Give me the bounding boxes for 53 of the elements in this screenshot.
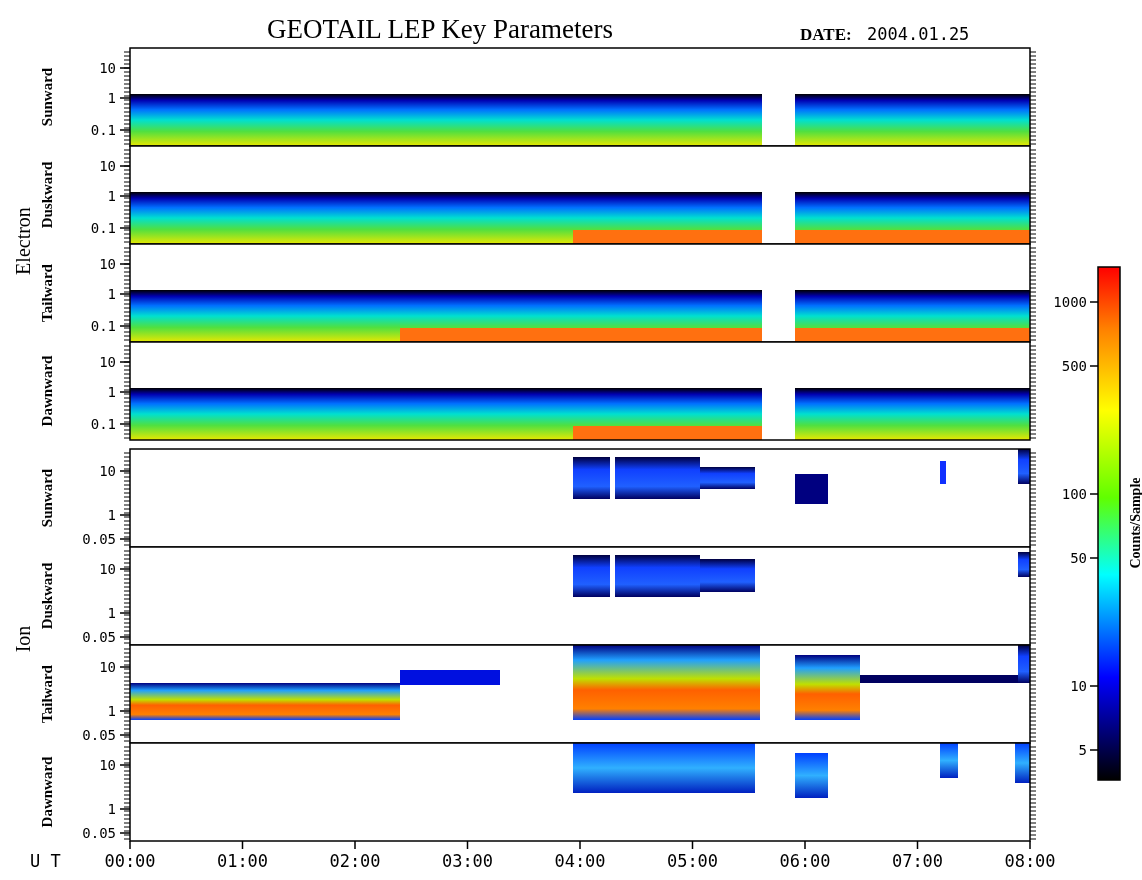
color-scale-tick-label: 100	[1061, 486, 1087, 502]
panel-label: Dawnward	[39, 756, 55, 828]
time-tick-label: 03:00	[441, 851, 494, 871]
color-scale-tick-label: 500	[1061, 358, 1087, 374]
y-tick-label: 0.05	[82, 629, 116, 645]
time-tick-label: 01:00	[216, 851, 269, 871]
y-tick-label: 10	[99, 256, 116, 272]
panel-label: Sunward	[39, 67, 55, 127]
plot-title: GEOTAIL LEP Key Parameters	[267, 14, 613, 44]
y-tick-label: 0.1	[90, 220, 116, 236]
time-tick-label: 06:00	[779, 851, 831, 871]
time-tick-label: 00:00	[104, 851, 156, 871]
panel-label: Tailward	[39, 665, 55, 723]
time-tick-label: 02:00	[329, 851, 381, 871]
y-tick-label: 1	[107, 286, 116, 302]
y-tick-label: 1	[107, 507, 116, 523]
group-label: Electron	[12, 207, 34, 275]
y-tick-label: 1	[107, 188, 116, 204]
time-tick-label: 05:00	[666, 851, 719, 871]
date-label: DATE:	[800, 25, 852, 44]
y-tick-label: 0.05	[82, 825, 116, 841]
group-label: Ion	[12, 625, 34, 653]
date-value: 2004.01.25	[867, 24, 970, 44]
y-tick-label: 10	[99, 659, 116, 675]
y-tick-label: 1	[107, 90, 116, 106]
y-tick-label: 10	[99, 561, 116, 577]
y-tick-label: 0.1	[90, 416, 116, 432]
y-tick-label: 1	[107, 384, 116, 400]
y-tick-label: 10	[99, 60, 116, 76]
time-axis-label: U T	[30, 851, 61, 871]
color-scale-tick-label: 50	[1070, 550, 1087, 566]
y-tick-label: 0.1	[90, 318, 116, 334]
color-scale-tick-label: 5	[1078, 742, 1087, 758]
y-tick-label: 1	[107, 801, 116, 817]
y-tick-label: 0.1	[90, 122, 116, 138]
panel-label: Dawnward	[39, 355, 55, 427]
y-tick-label: 10	[99, 158, 116, 174]
panel-label: Tailward	[39, 264, 55, 322]
panel-label: Sunward	[39, 468, 55, 528]
y-tick-label: 10	[99, 354, 116, 370]
y-tick-label: 10	[99, 757, 116, 773]
panel-label: Duskward	[39, 562, 55, 630]
color-scale-tick-label: 10	[1070, 678, 1087, 694]
y-tick-label: 1	[107, 605, 116, 621]
y-tick-label: 10	[99, 463, 116, 479]
time-tick-label: 07:00	[891, 851, 944, 871]
color-scale-tick-label: 1000	[1053, 294, 1087, 310]
panel-label: Duskward	[39, 161, 55, 229]
y-tick-label: 1	[107, 703, 116, 719]
y-tick-label: 0.05	[82, 727, 116, 743]
time-tick-label: 08:00	[1004, 851, 1056, 871]
y-tick-label: 0.05	[82, 531, 116, 547]
time-tick-label: 04:00	[554, 851, 606, 871]
